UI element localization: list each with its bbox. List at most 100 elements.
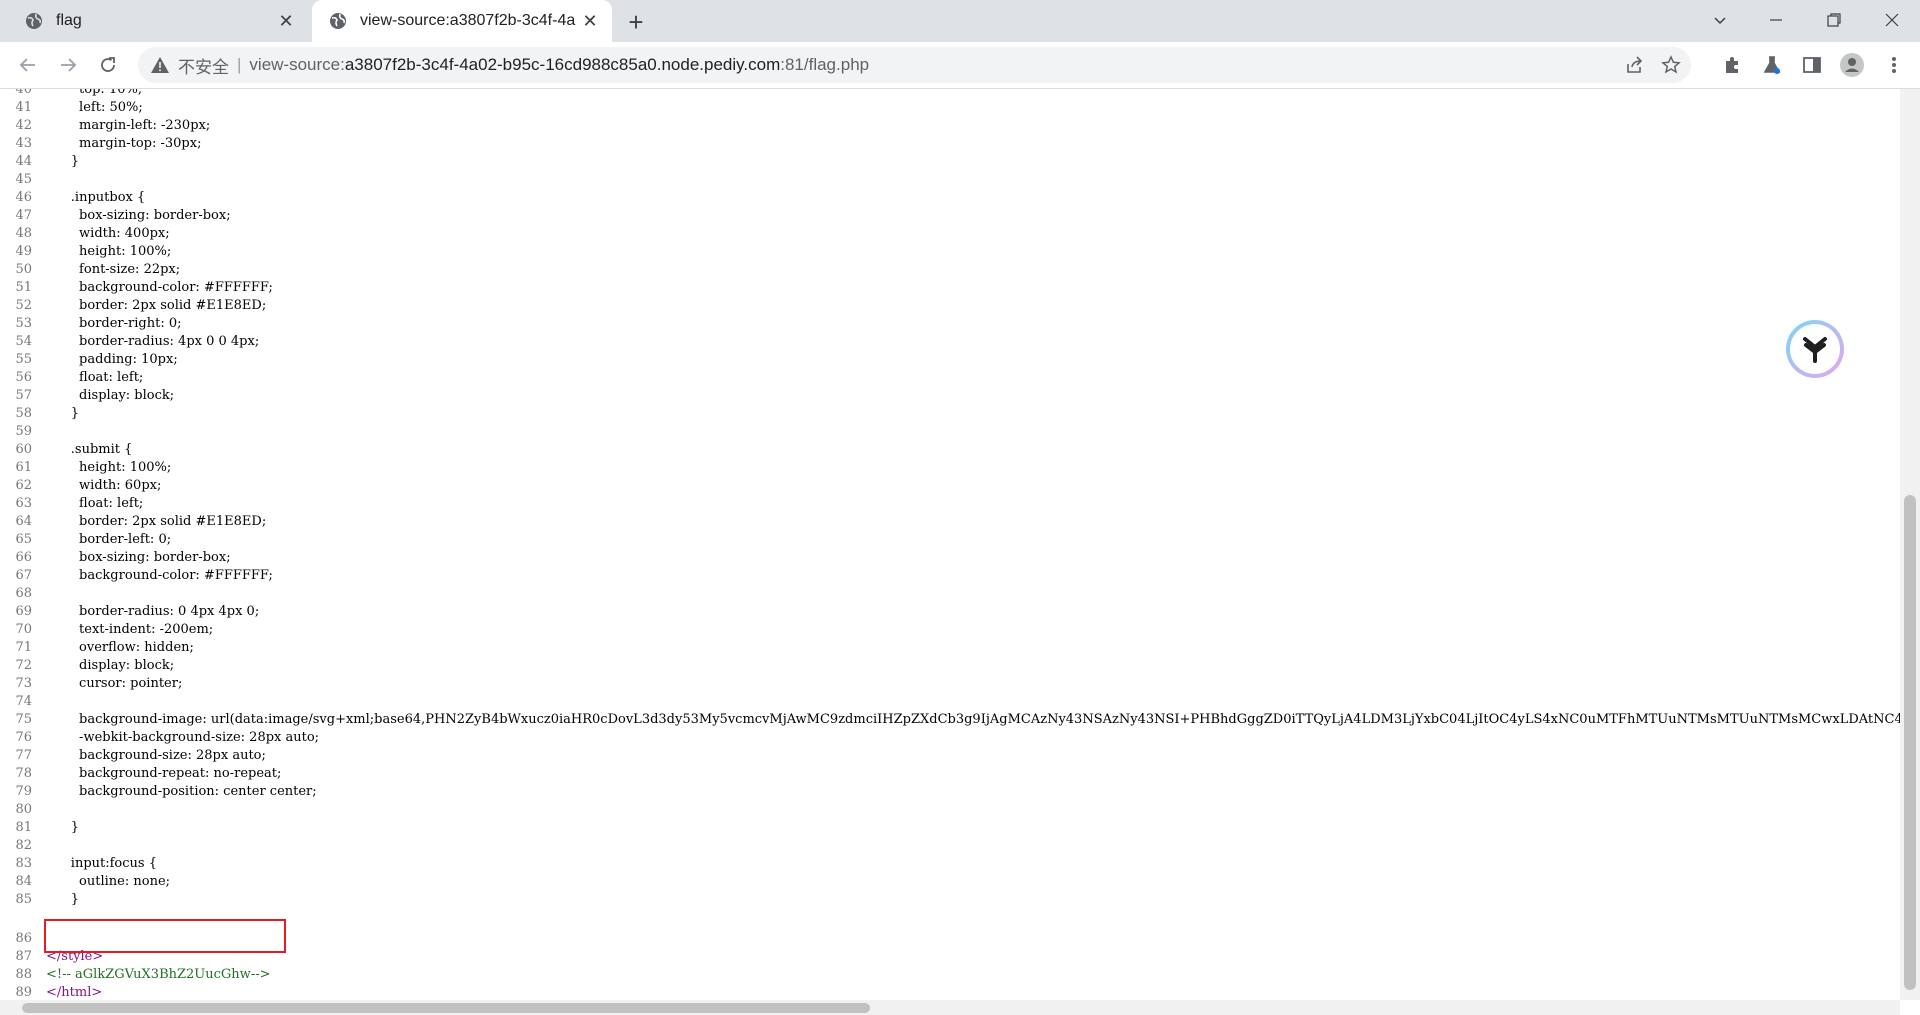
line-code: left: 50%; bbox=[46, 100, 143, 115]
line-number: 78 bbox=[15, 766, 32, 781]
source-line: 61 height: 100%; bbox=[0, 459, 1900, 477]
menu-kebab-icon[interactable] bbox=[1882, 53, 1906, 77]
tab-close-icon[interactable]: ✕ bbox=[272, 7, 300, 35]
line-number: 55 bbox=[15, 352, 32, 367]
line-code: box-sizing: border-box; bbox=[46, 208, 231, 223]
source-line: 89 bbox=[0, 966, 1900, 1000]
line-number: 62 bbox=[15, 478, 32, 493]
source-line: 71 overflow: hidden; bbox=[0, 639, 1900, 657]
extensions-puzzle-icon[interactable] bbox=[1720, 53, 1744, 77]
line-code: margin-left: -230px; bbox=[46, 118, 211, 133]
line-code: } bbox=[46, 406, 80, 421]
minimize-icon[interactable] bbox=[1748, 0, 1804, 40]
close-window-icon[interactable] bbox=[1864, 0, 1920, 40]
source-line: 46 .inputbox { bbox=[0, 189, 1900, 207]
horizontal-scrollbar-thumb[interactable] bbox=[22, 1003, 870, 1013]
source-line: 79 background-position: center center; bbox=[0, 783, 1900, 801]
line-number: 83 bbox=[15, 856, 32, 871]
reload-icon[interactable] bbox=[92, 49, 124, 81]
lab-flask-icon[interactable] bbox=[1760, 53, 1784, 77]
line-code: display: block; bbox=[46, 388, 175, 403]
source-line: 53 border-right: 0; bbox=[0, 315, 1900, 333]
line-number: 47 bbox=[15, 208, 32, 223]
line-code: } bbox=[46, 154, 80, 169]
forward-arrow-icon[interactable] bbox=[52, 49, 84, 81]
line-code: box-sizing: border-box; bbox=[46, 550, 231, 565]
warning-triangle-icon[interactable] bbox=[150, 55, 170, 75]
tab-flag[interactable]: flag ✕ bbox=[8, 0, 308, 42]
security-label[interactable]: 不安全 bbox=[178, 53, 229, 78]
line-code: -webkit-background-size: 28px auto; bbox=[46, 730, 320, 745]
share-icon[interactable] bbox=[1625, 55, 1645, 75]
source-line: 73 cursor: pointer; bbox=[0, 675, 1900, 693]
source-line: 45 bbox=[0, 171, 1900, 189]
source-line: 85 } bbox=[0, 891, 1900, 909]
extension-logo-icon bbox=[1803, 337, 1827, 363]
line-code: background-color: #FFFFFF; bbox=[46, 568, 273, 583]
bookmark-star-icon[interactable] bbox=[1661, 55, 1681, 75]
source-line: 77 background-size: 28px auto; bbox=[0, 747, 1900, 765]
back-arrow-icon[interactable] bbox=[12, 49, 44, 81]
line-number: 77 bbox=[15, 748, 32, 763]
line-code: display: block; bbox=[46, 658, 175, 673]
source-line: 59 bbox=[0, 423, 1900, 441]
source-line: 60 .submit { bbox=[0, 441, 1900, 459]
line-number: 60 bbox=[15, 442, 32, 457]
url-host: a3807f2b-3c4f-4a02-b95c-16cd988c85a0.nod… bbox=[344, 55, 781, 74]
source-line: 69 border-radius: 0 4px 4px 0; bbox=[0, 603, 1900, 621]
globe-icon bbox=[330, 13, 346, 29]
line-code: border-radius: 0 4px 4px 0; bbox=[46, 604, 260, 619]
line-number: 67 bbox=[15, 568, 32, 583]
line-number: 40 bbox=[15, 89, 32, 97]
line-code: border: 2px solid #E1E8ED; bbox=[46, 514, 267, 529]
line-number: 73 bbox=[15, 676, 32, 691]
source-line: 64 border: 2px solid #E1E8ED; bbox=[0, 513, 1900, 531]
line-number: 59 bbox=[15, 424, 32, 439]
profile-avatar-icon[interactable] bbox=[1840, 53, 1864, 77]
line-code: background-image: url(data:image/svg+xml… bbox=[46, 712, 1900, 727]
source-line: 50 font-size: 22px; bbox=[0, 261, 1900, 279]
horizontal-scrollbar[interactable] bbox=[0, 1000, 1900, 1015]
line-code: border-radius: 4px 0 0 4px; bbox=[46, 334, 260, 349]
view-source-content: 40 top: 10%; 41 left: 50%; 42 margin-left:… bbox=[0, 89, 1900, 1000]
vertical-scrollbar-thumb[interactable] bbox=[1904, 495, 1916, 990]
line-number: 41 bbox=[15, 100, 32, 115]
tab-title: view-source:a3807f2b-3c4f-4a bbox=[360, 12, 576, 29]
line-number: 79 bbox=[15, 784, 32, 799]
line-code: cursor: pointer; bbox=[46, 676, 183, 691]
source-line: 82 bbox=[0, 837, 1900, 855]
url-text[interactable]: view-source:a3807f2b-3c4f-4a02-b95c-16cd… bbox=[249, 55, 869, 75]
line-code: width: 400px; bbox=[46, 226, 170, 241]
source-line: 74 bbox=[0, 693, 1900, 711]
floating-extension-button[interactable] bbox=[1786, 320, 1844, 378]
source-line: 48 width: 400px; bbox=[0, 225, 1900, 243]
line-code: float: left; bbox=[46, 370, 144, 385]
line-code: font-size: 22px; bbox=[46, 262, 181, 277]
line-number: 85 bbox=[15, 892, 32, 907]
source-line: 67 background-color: #FFFFFF; bbox=[0, 567, 1900, 585]
source-line: 52 border: 2px solid #E1E8ED; bbox=[0, 297, 1900, 315]
source-line: 49 height: 100%; bbox=[0, 243, 1900, 261]
source-line: 58 } bbox=[0, 405, 1900, 423]
source-line: 90 bbox=[0, 984, 1900, 1000]
line-number: 50 bbox=[15, 262, 32, 277]
tab-search-chevron-icon[interactable] bbox=[1692, 0, 1748, 40]
source-line: 43 margin-top: -30px; bbox=[0, 135, 1900, 153]
source-line: 51 background-color: #FFFFFF; bbox=[0, 279, 1900, 297]
line-number: 71 bbox=[15, 640, 32, 655]
url-prefix: view-source: bbox=[249, 55, 345, 74]
new-tab-plus-icon[interactable]: + bbox=[622, 7, 650, 37]
line-number: 66 bbox=[15, 550, 32, 565]
line-number: 65 bbox=[15, 532, 32, 547]
address-bar[interactable]: 不安全 | view-source:a3807f2b-3c4f-4a02-b95… bbox=[138, 47, 1691, 83]
vertical-scrollbar[interactable] bbox=[1900, 89, 1920, 1000]
tab-view-source[interactable]: view-source:a3807f2b-3c4f-4a ✕ bbox=[312, 0, 612, 42]
omnibox-separator: | bbox=[237, 55, 242, 74]
tab-title: flag bbox=[56, 12, 82, 29]
tab-close-icon[interactable]: ✕ bbox=[576, 7, 604, 35]
line-number: 81 bbox=[15, 820, 32, 835]
line-number: 56 bbox=[15, 370, 32, 385]
restore-icon[interactable] bbox=[1806, 0, 1862, 40]
line-code: width: 60px; bbox=[46, 478, 162, 493]
side-panel-icon[interactable] bbox=[1800, 53, 1824, 77]
